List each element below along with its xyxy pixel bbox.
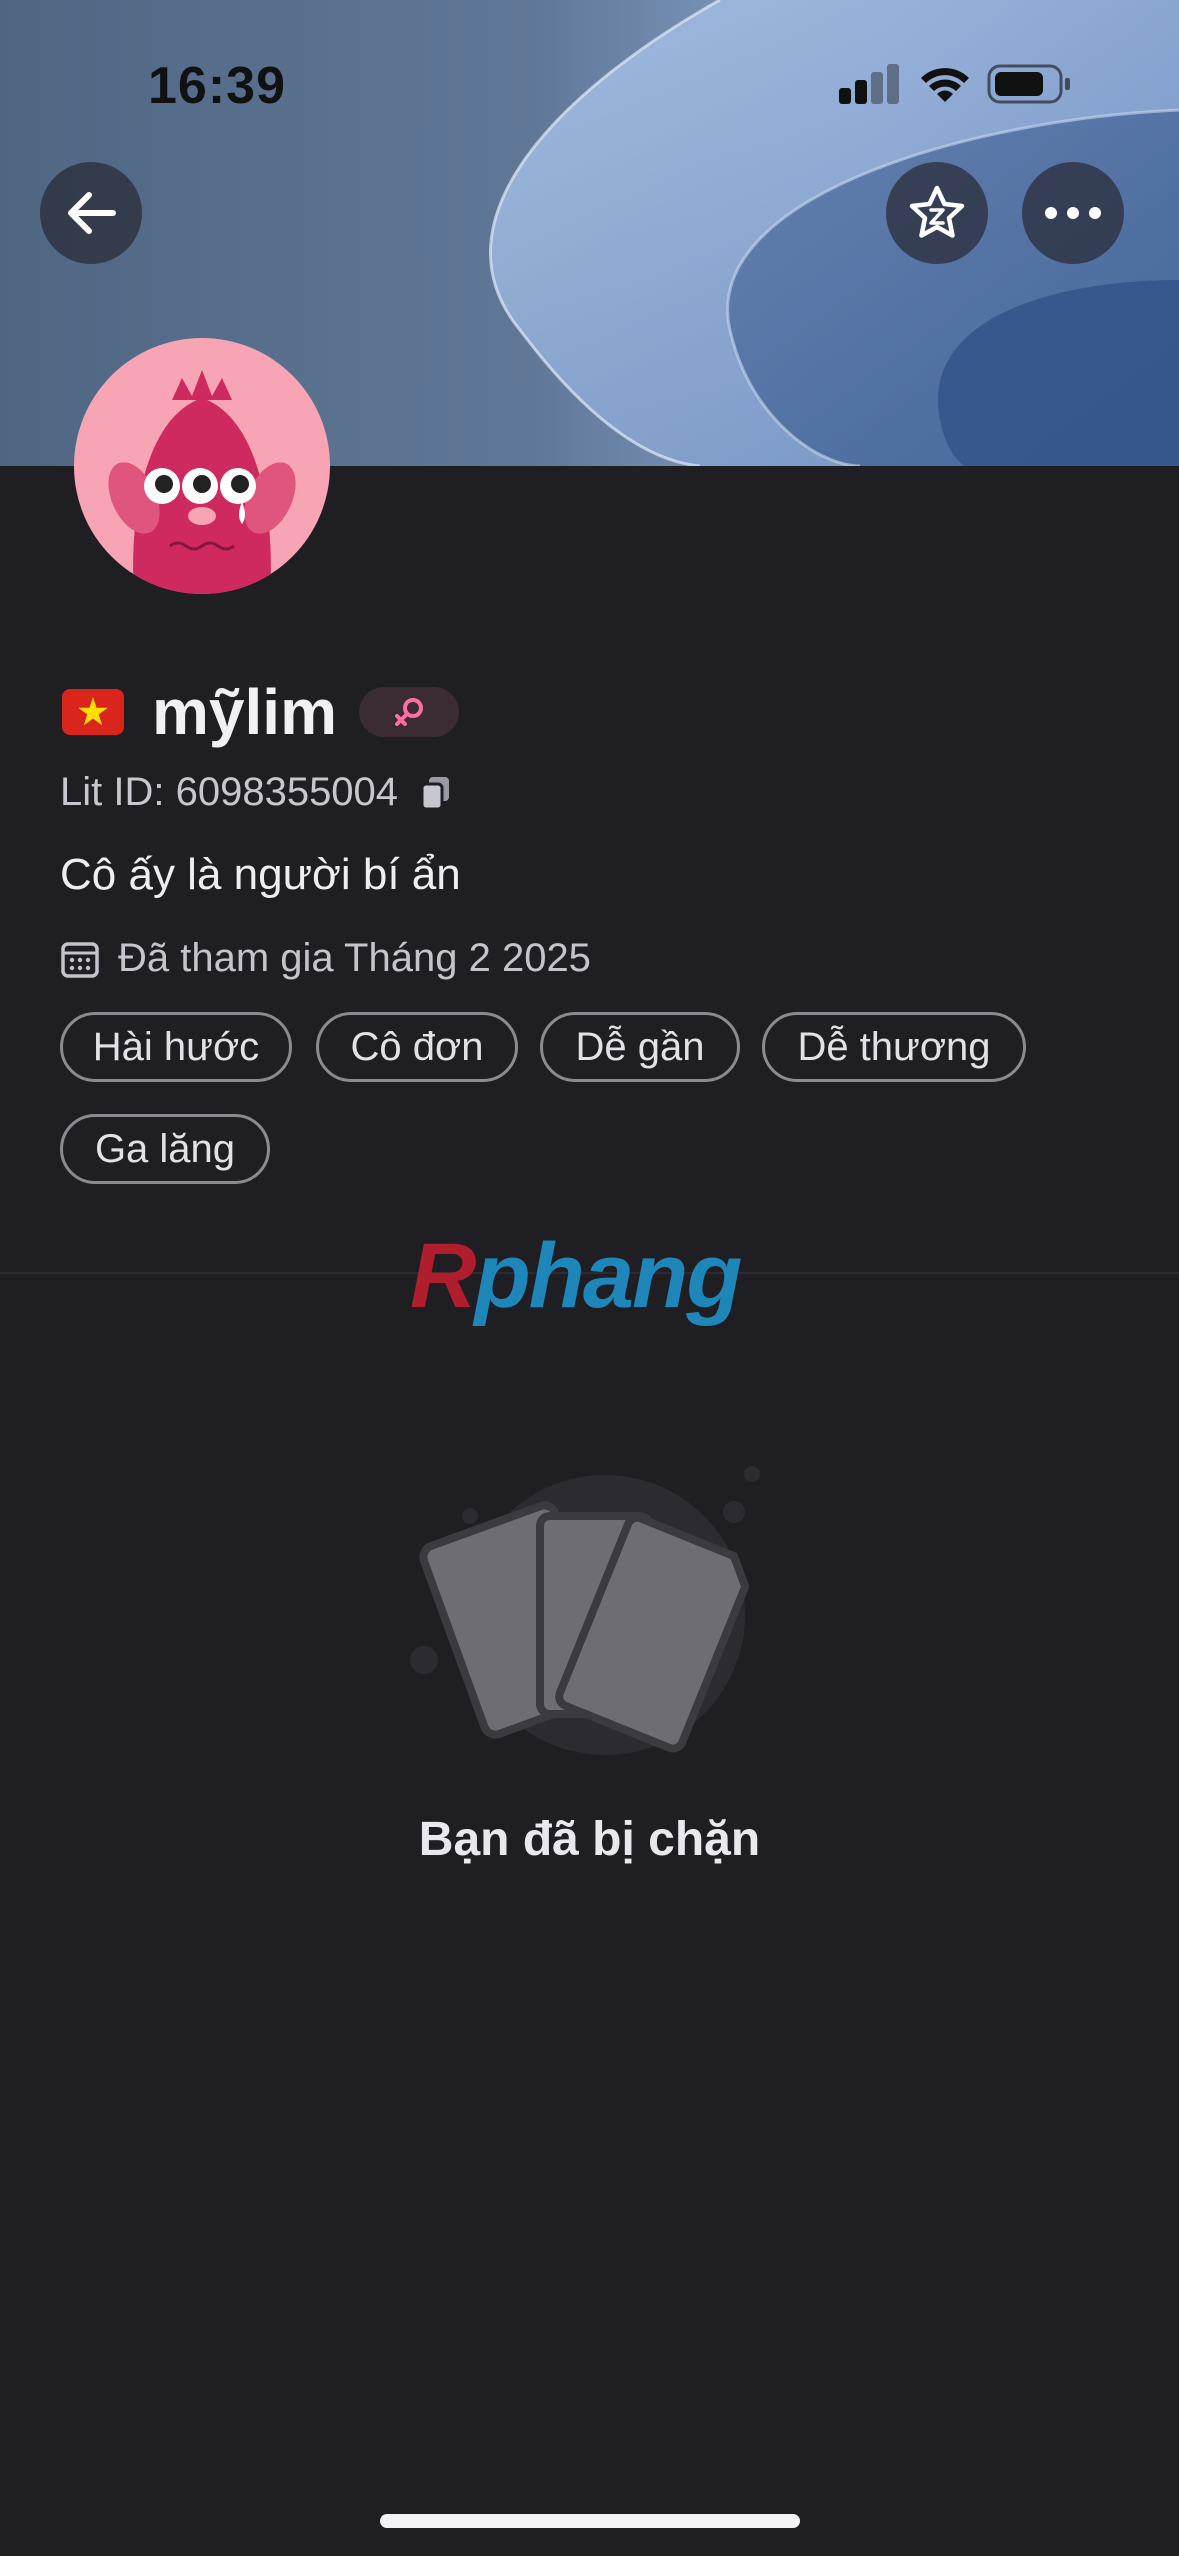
tag-chip[interactable]: Dễ thương	[762, 1012, 1026, 1082]
favorite-button[interactable]	[886, 162, 988, 264]
bio-text: Cô ấy là người bí ẩn	[60, 850, 461, 899]
calendar-icon	[61, 941, 99, 978]
copy-icon	[420, 776, 450, 810]
arrow-left-icon	[68, 192, 116, 234]
tag-chip[interactable]: Ga lăng	[60, 1114, 270, 1184]
monster-avatar-image	[108, 370, 296, 594]
more-options-button[interactable]	[1022, 162, 1124, 264]
status-time: 16:39	[148, 57, 286, 115]
ellipsis-icon	[1045, 207, 1101, 219]
gender-badge	[358, 687, 459, 737]
wifi-icon	[921, 68, 969, 102]
blocked-cards-illustration	[400, 1450, 780, 1785]
avatar[interactable]	[74, 338, 330, 594]
back-button[interactable]	[40, 162, 142, 264]
joined-row: Đã tham gia Tháng 2 2025	[60, 936, 591, 981]
tag-chip[interactable]: Cô đơn	[316, 1012, 518, 1082]
star-icon	[909, 185, 965, 238]
status-icons	[839, 62, 1079, 112]
joined-date-text: Đã tham gia Tháng 2 2025	[118, 936, 591, 980]
home-indicator[interactable]	[380, 2514, 800, 2528]
vietnam-flag-icon	[62, 689, 124, 735]
blocked-message: Bạn đã bị chặn	[418, 1813, 761, 1866]
cellular-signal-icon	[839, 64, 899, 104]
tag-chip[interactable]: Hài hước	[60, 1012, 292, 1082]
lit-id-text: Lit ID: 6098355004	[60, 770, 399, 814]
female-gender-icon	[394, 698, 423, 726]
lit-id-row: Lit ID: 6098355004	[60, 770, 452, 815]
battery-icon	[987, 64, 1070, 104]
watermark-logo: Rphang	[410, 1225, 742, 1327]
tag-chip[interactable]: Dễ gần	[540, 1012, 740, 1082]
copy-button[interactable]	[420, 775, 452, 811]
username: mỹlim	[152, 676, 337, 748]
name-row: mỹlim	[62, 672, 459, 752]
